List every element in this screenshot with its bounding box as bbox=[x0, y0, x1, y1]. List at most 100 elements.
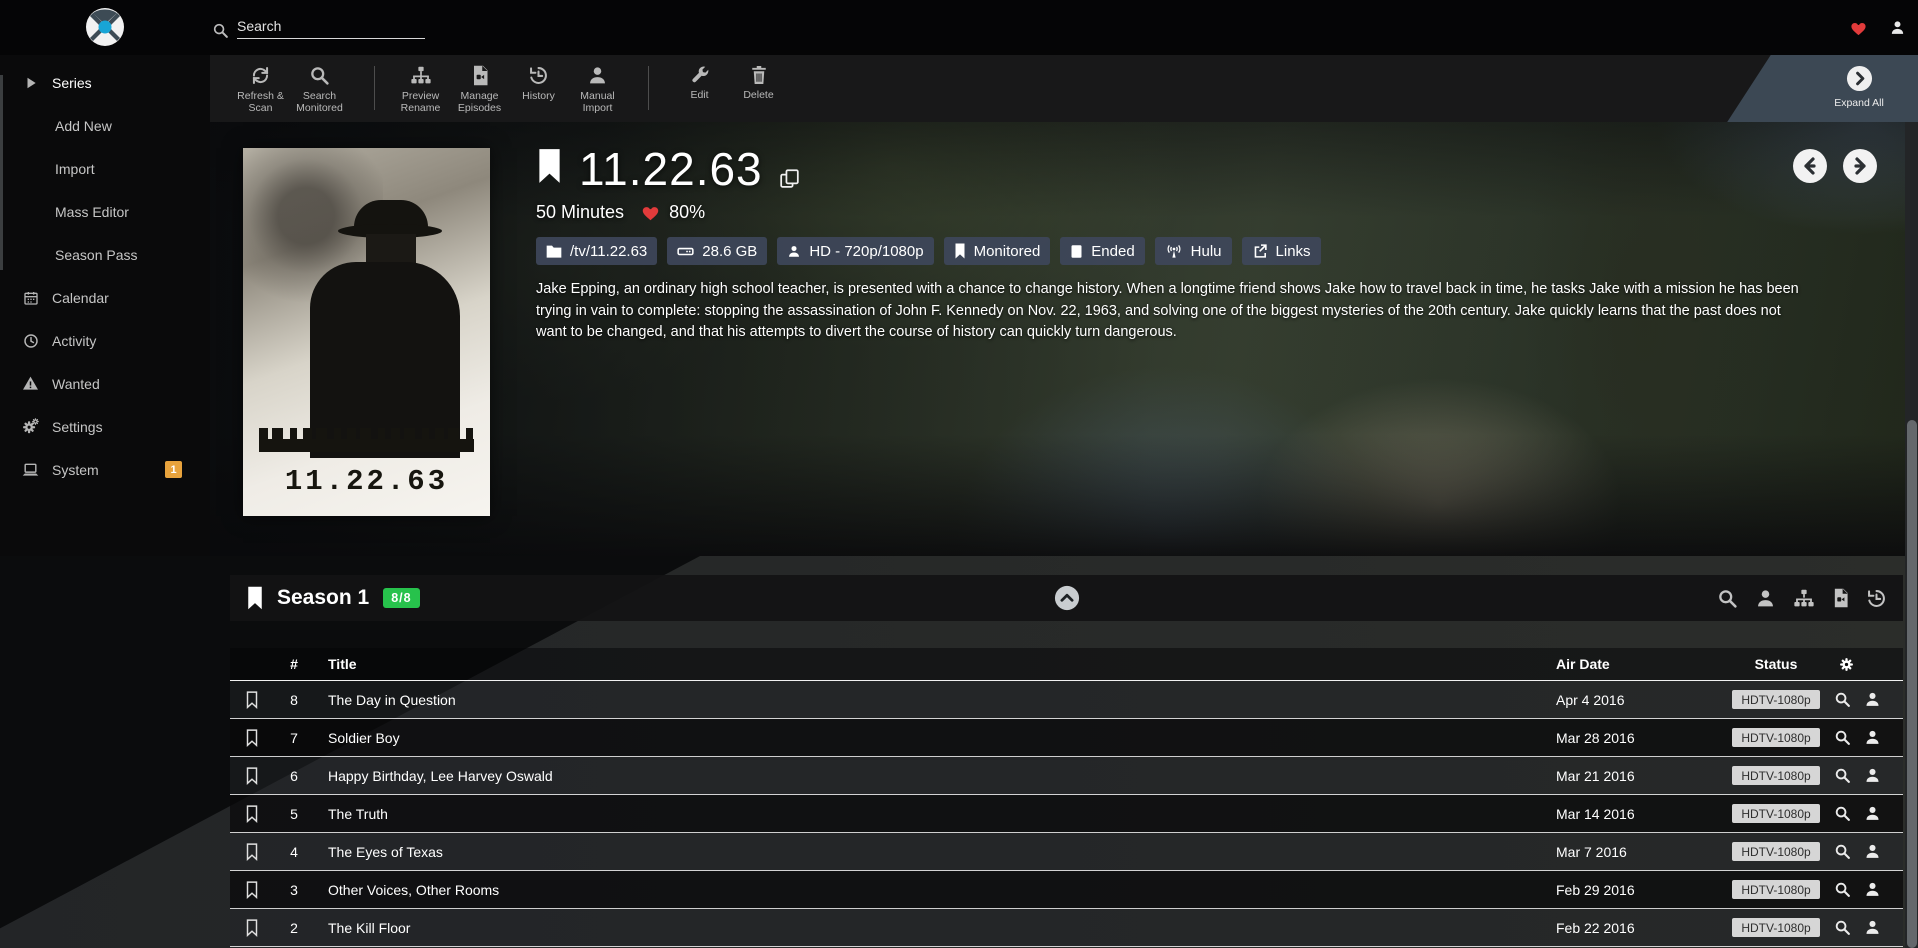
scrollbar-thumb[interactable] bbox=[1907, 420, 1917, 948]
size-badge: 28.6 GB bbox=[667, 237, 767, 265]
episode-quality-badge: HDTV-1080p bbox=[1732, 842, 1819, 861]
season-rename-button[interactable] bbox=[1793, 588, 1815, 609]
episode-search-button[interactable] bbox=[1834, 805, 1851, 822]
episode-air-date: Mar 7 2016 bbox=[1556, 844, 1726, 860]
manual-import-button[interactable]: Manual Import bbox=[568, 65, 627, 114]
episode-air-date: Feb 22 2016 bbox=[1556, 920, 1726, 936]
episode-monitor-toggle[interactable] bbox=[230, 881, 274, 899]
episode-number: 6 bbox=[274, 768, 314, 784]
monitor-toggle-bookmark-icon[interactable] bbox=[536, 148, 563, 184]
season-search-button[interactable] bbox=[1717, 588, 1738, 609]
episode-search-button[interactable] bbox=[1834, 767, 1851, 784]
series-poster[interactable]: 11.22.63 bbox=[243, 148, 490, 516]
episode-interactive-search-button[interactable] bbox=[1864, 881, 1881, 898]
manage-episodes-button[interactable]: Manage Episodes bbox=[450, 65, 509, 114]
top-bar bbox=[0, 0, 1918, 55]
toolbar-separator bbox=[374, 66, 375, 110]
sidebar-item-series[interactable]: Series bbox=[0, 61, 210, 104]
episode-search-button[interactable] bbox=[1834, 843, 1851, 860]
episode-title-link[interactable]: The Eyes of Texas bbox=[314, 844, 1556, 860]
delete-button[interactable]: Delete bbox=[729, 65, 788, 101]
episode-row[interactable]: 7 Soldier Boy Mar 28 2016 HDTV-1080p bbox=[230, 719, 1903, 757]
episode-interactive-search-button[interactable] bbox=[1864, 919, 1881, 936]
expand-all-button[interactable]: Expand All bbox=[1816, 65, 1902, 109]
sidebar-item-import[interactable]: Import bbox=[0, 147, 210, 190]
table-options-gear-icon[interactable] bbox=[1826, 656, 1903, 673]
donate-heart-icon[interactable] bbox=[1850, 20, 1867, 36]
preview-rename-button[interactable]: Preview Rename bbox=[391, 65, 450, 114]
season-interactive-search-button[interactable] bbox=[1755, 588, 1776, 609]
network-badge[interactable]: Hulu bbox=[1155, 237, 1232, 265]
status-badge: Ended bbox=[1060, 237, 1144, 265]
episode-row[interactable]: 8 The Day in Question Apr 4 2016 HDTV-10… bbox=[230, 681, 1903, 719]
episode-search-button[interactable] bbox=[1834, 729, 1851, 746]
chevron-right-circle-icon bbox=[1846, 65, 1873, 92]
episode-search-button[interactable] bbox=[1834, 881, 1851, 898]
episode-interactive-search-button[interactable] bbox=[1864, 691, 1881, 708]
user-icon[interactable] bbox=[1889, 19, 1906, 36]
history-button[interactable]: History bbox=[509, 65, 568, 102]
episode-search-button[interactable] bbox=[1834, 919, 1851, 936]
quality-profile-label: HD - 720p/1080p bbox=[809, 243, 923, 260]
toolbar-button-label: Edit bbox=[690, 89, 708, 101]
toolbar-separator bbox=[648, 66, 649, 110]
episode-row[interactable]: 3 Other Voices, Other Rooms Feb 29 2016 … bbox=[230, 871, 1903, 909]
previous-series-button[interactable] bbox=[1792, 148, 1828, 184]
page-scrollbar[interactable] bbox=[1905, 122, 1918, 948]
episode-monitor-toggle[interactable] bbox=[230, 805, 274, 823]
series-title: 11.22.63 bbox=[579, 140, 763, 198]
season-history-button[interactable] bbox=[1866, 588, 1887, 609]
sidebar-item-label: Add New bbox=[55, 118, 112, 134]
episode-title-link[interactable]: The Kill Floor bbox=[314, 920, 1556, 936]
season-section: Season 1 8/8 # Title Air Date Status bbox=[0, 556, 1918, 948]
sonarr-logo[interactable] bbox=[85, 7, 125, 47]
episode-title-link[interactable]: Soldier Boy bbox=[314, 730, 1556, 746]
episode-rows: 8 The Day in Question Apr 4 2016 HDTV-10… bbox=[230, 681, 1903, 947]
episode-search-button[interactable] bbox=[1834, 691, 1851, 708]
episode-interactive-search-button[interactable] bbox=[1864, 843, 1881, 860]
episode-number: 5 bbox=[274, 806, 314, 822]
episode-monitor-toggle[interactable] bbox=[230, 843, 274, 861]
episode-interactive-search-button[interactable] bbox=[1864, 805, 1881, 822]
episode-interactive-search-button[interactable] bbox=[1864, 767, 1881, 784]
episode-title-link[interactable]: Other Voices, Other Rooms bbox=[314, 882, 1556, 898]
search-monitored-button[interactable]: Search Monitored bbox=[290, 65, 349, 114]
search-input[interactable] bbox=[237, 16, 425, 39]
episode-row[interactable]: 5 The Truth Mar 14 2016 HDTV-1080p bbox=[230, 795, 1903, 833]
refresh-icon bbox=[250, 65, 271, 90]
sidebar-item-season-pass[interactable]: Season Pass bbox=[0, 233, 210, 276]
episode-row[interactable]: 2 The Kill Floor Feb 22 2016 HDTV-1080p bbox=[230, 909, 1903, 947]
drive-icon bbox=[677, 244, 694, 258]
episode-title-link[interactable]: Happy Birthday, Lee Harvey Oswald bbox=[314, 768, 1556, 784]
season-file-editor-button[interactable] bbox=[1832, 588, 1849, 608]
edit-button[interactable]: Edit bbox=[670, 65, 729, 101]
episode-monitor-toggle[interactable] bbox=[230, 919, 274, 937]
next-series-button[interactable] bbox=[1842, 148, 1878, 184]
season-monitor-bookmark-icon[interactable] bbox=[246, 586, 264, 610]
episode-title-link[interactable]: The Day in Question bbox=[314, 692, 1556, 708]
series-details-header: 11.22.63 11.22.63 50 Minutes 80% /tv/11.… bbox=[210, 122, 1918, 556]
sidebar-item-mass-editor[interactable]: Mass Editor bbox=[0, 190, 210, 233]
clone-icon[interactable] bbox=[779, 168, 800, 189]
sidebar-item-activity[interactable]: Activity bbox=[0, 319, 210, 362]
sidebar-item-wanted[interactable]: Wanted bbox=[0, 362, 210, 405]
episode-row[interactable]: 4 The Eyes of Texas Mar 7 2016 HDTV-1080… bbox=[230, 833, 1903, 871]
warning-icon bbox=[22, 376, 39, 391]
sidebar-scrollbar[interactable] bbox=[0, 75, 3, 270]
collapse-season-button[interactable] bbox=[1054, 585, 1080, 611]
sidebar-item-calendar[interactable]: Calendar bbox=[0, 276, 210, 319]
episode-title-link[interactable]: The Truth bbox=[314, 806, 1556, 822]
episode-monitor-toggle[interactable] bbox=[230, 729, 274, 747]
refresh-scan-button[interactable]: Refresh & Scan bbox=[231, 65, 290, 114]
sidebar-item-system[interactable]: System 1 bbox=[0, 448, 210, 491]
episode-row[interactable]: 6 Happy Birthday, Lee Harvey Oswald Mar … bbox=[230, 757, 1903, 795]
episode-monitor-toggle[interactable] bbox=[230, 691, 274, 709]
sidebar-item-settings[interactable]: Settings bbox=[0, 405, 210, 448]
links-badge[interactable]: Links bbox=[1242, 237, 1321, 265]
series-overview: Jake Epping, an ordinary high school tea… bbox=[536, 279, 1808, 344]
path-badge: /tv/11.22.63 bbox=[536, 237, 657, 265]
episode-interactive-search-button[interactable] bbox=[1864, 729, 1881, 746]
episode-monitor-toggle[interactable] bbox=[230, 767, 274, 785]
sidebar-item-add-new[interactable]: Add New bbox=[0, 104, 210, 147]
stop-icon bbox=[1070, 244, 1083, 259]
